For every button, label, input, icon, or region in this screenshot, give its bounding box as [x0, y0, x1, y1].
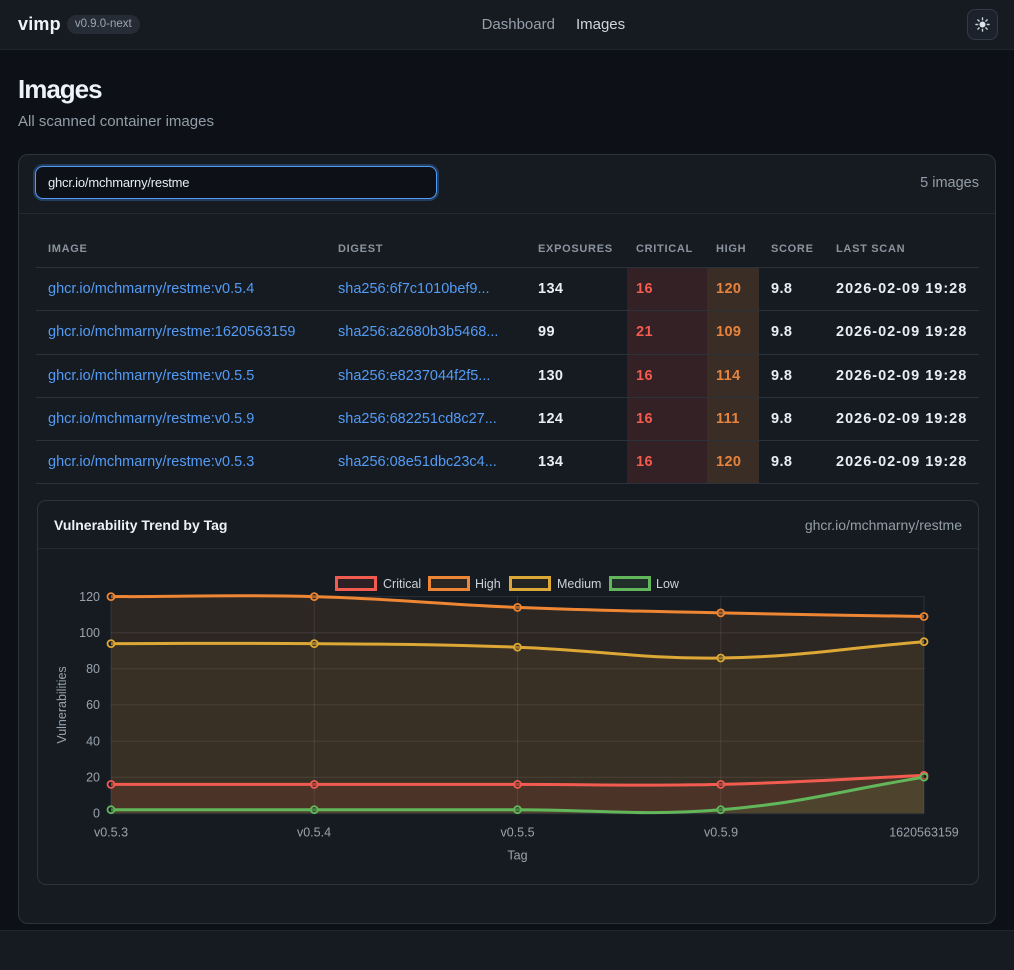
svg-text:80: 80	[86, 662, 100, 676]
svg-text:1620563159: 1620563159	[889, 826, 959, 840]
svg-text:Vulnerabilities: Vulnerabilities	[55, 667, 69, 744]
svg-text:Low: Low	[656, 577, 680, 591]
svg-text:Tag: Tag	[507, 849, 527, 863]
svg-text:v0.5.9: v0.5.9	[704, 826, 738, 840]
svg-text:120: 120	[79, 590, 100, 604]
svg-text:High: High	[475, 577, 501, 591]
svg-text:60: 60	[86, 699, 100, 713]
svg-text:0: 0	[93, 807, 100, 821]
svg-text:Medium: Medium	[557, 577, 601, 591]
svg-text:40: 40	[86, 735, 100, 749]
svg-text:v0.5.4: v0.5.4	[297, 826, 331, 840]
svg-text:20: 20	[86, 771, 100, 785]
svg-text:Critical: Critical	[383, 577, 421, 591]
svg-text:100: 100	[79, 626, 100, 640]
svg-text:v0.5.3: v0.5.3	[94, 826, 128, 840]
svg-text:v0.5.5: v0.5.5	[500, 826, 534, 840]
